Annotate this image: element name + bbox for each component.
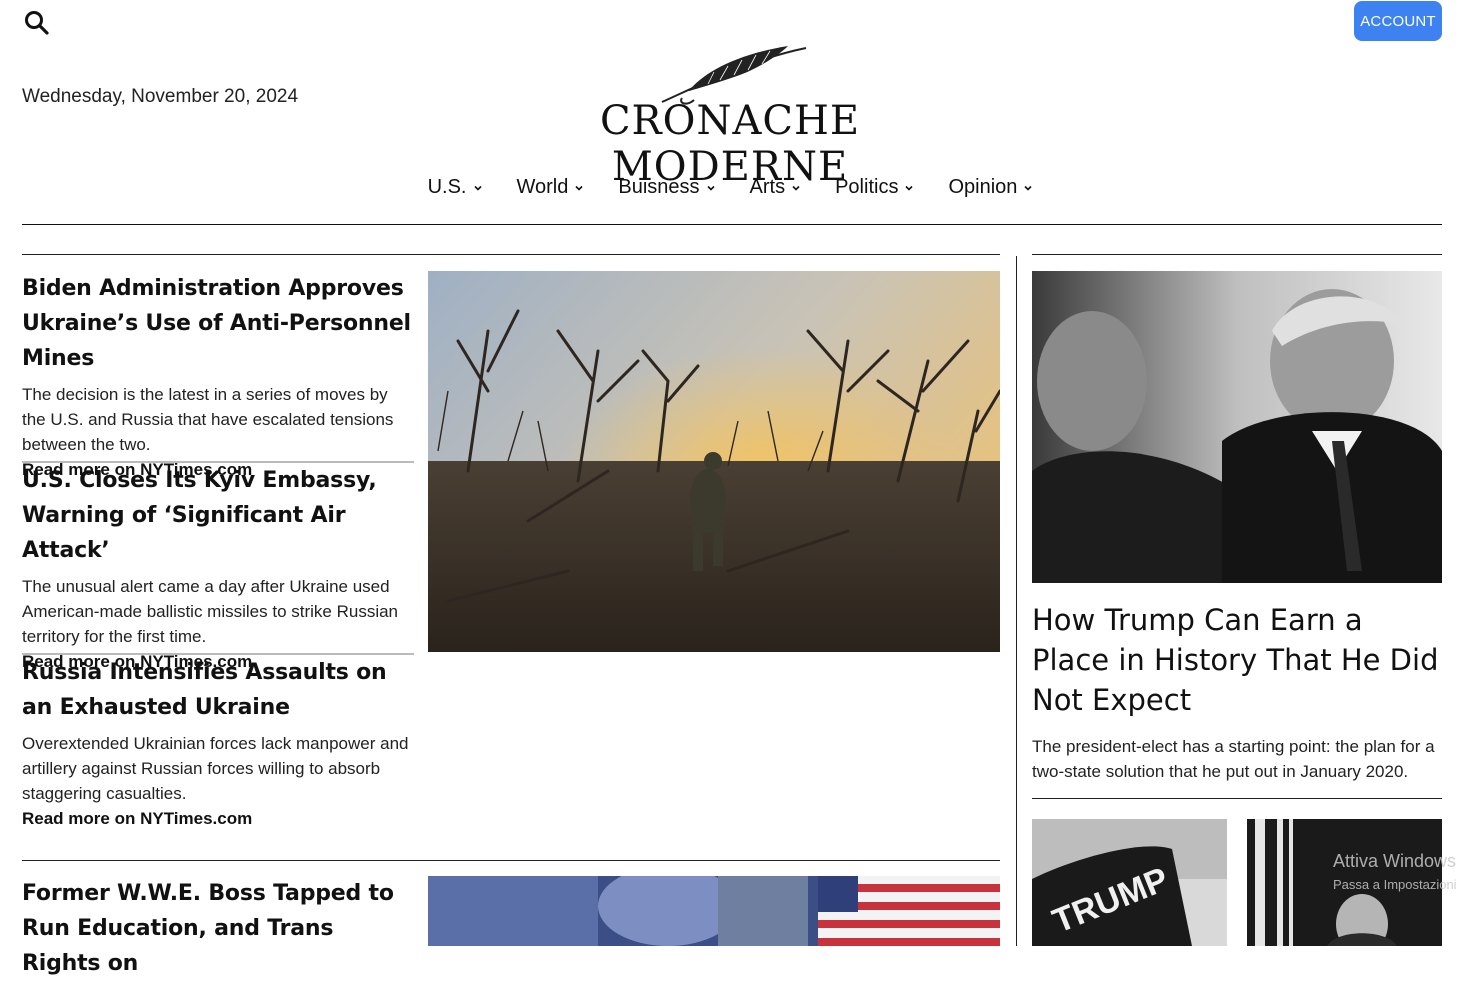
article-mines: Biden Administration Approves Ukraine’s … (22, 271, 414, 482)
nav-item-opinion[interactable]: Opinion (946, 176, 1033, 199)
account-button[interactable]: ACCOUNT (1354, 1, 1442, 41)
article-embassy: U.S. Closes Its Kyiv Embassy, Warning of… (22, 463, 414, 674)
section-divider (22, 254, 1000, 255)
nav-item-label: Politics (835, 176, 899, 198)
site-logo[interactable]: CRONACHE MODERNE (480, 42, 980, 190)
article-headline[interactable]: Russia Intensifies Assaults on an Exhaus… (22, 655, 414, 725)
nav-item-politics[interactable]: Politics (833, 176, 914, 199)
nav-item-us[interactable]: U.S. (426, 176, 483, 199)
chevron-down-icon (1024, 185, 1032, 191)
nav-divider (22, 224, 1442, 225)
ukraine-battlefield-photo[interactable] (428, 271, 1000, 652)
nav-item-label: Buisness (618, 176, 700, 198)
search-icon[interactable] (22, 8, 52, 38)
article-headline[interactable]: Biden Administration Approves Ukraine’s … (22, 271, 414, 376)
article-headline[interactable]: U.S. Closes Its Kyiv Embassy, Warning of… (22, 463, 414, 568)
chevron-down-icon (575, 185, 583, 191)
trump-netanyahu-photo[interactable] (1032, 271, 1442, 583)
feature-summary: The president-elect has a starting point… (1032, 737, 1435, 781)
column-divider (1016, 256, 1017, 946)
nav-item-business[interactable]: Buisness (616, 176, 715, 199)
section-divider (1032, 254, 1442, 255)
nav-item-arts[interactable]: Arts (748, 176, 802, 199)
article-summary: The unusual alert came a day after Ukrai… (22, 577, 399, 646)
feature-headline[interactable]: How Trump Can Earn a Place in History Th… (1032, 600, 1442, 720)
section-divider (1032, 798, 1442, 799)
activation-watermark-subtitle: Passa a Impostazioni (1333, 877, 1457, 892)
article-summary: The decision is the latest in a series o… (22, 385, 394, 454)
chevron-down-icon (473, 185, 482, 191)
trump-flag-photo[interactable]: TRUMP (1032, 819, 1227, 946)
chevron-down-icon (706, 185, 715, 191)
article-wwe: Former W.W.E. Boss Tapped to Run Educati… (22, 876, 414, 981)
nav-item-label: World (516, 176, 569, 198)
article-headline[interactable]: Former W.W.E. Boss Tapped to Run Educati… (22, 876, 414, 981)
nav-item-label: Arts (749, 176, 786, 198)
chevron-down-icon (905, 185, 914, 191)
chevron-down-icon (792, 185, 800, 191)
activation-watermark-title: Attiva Windows (1333, 851, 1457, 871)
nav-item-label: Opinion (948, 176, 1018, 198)
section-divider (22, 860, 1000, 861)
main-nav: U.S. World Buisness Arts Politics Opinio… (0, 176, 1459, 199)
nav-item-label: U.S. (427, 176, 467, 198)
article-assaults: Russia Intensifies Assaults on an Exhaus… (22, 655, 414, 831)
nav-item-world[interactable]: World (515, 176, 585, 199)
article-summary: Overextended Ukrainian forces lack manpo… (22, 734, 409, 803)
read-more-link[interactable]: Read more on NYTimes.com (22, 806, 414, 831)
flags-photo[interactable] (428, 876, 1000, 946)
current-date: Wednesday, November 20, 2024 (22, 86, 299, 107)
